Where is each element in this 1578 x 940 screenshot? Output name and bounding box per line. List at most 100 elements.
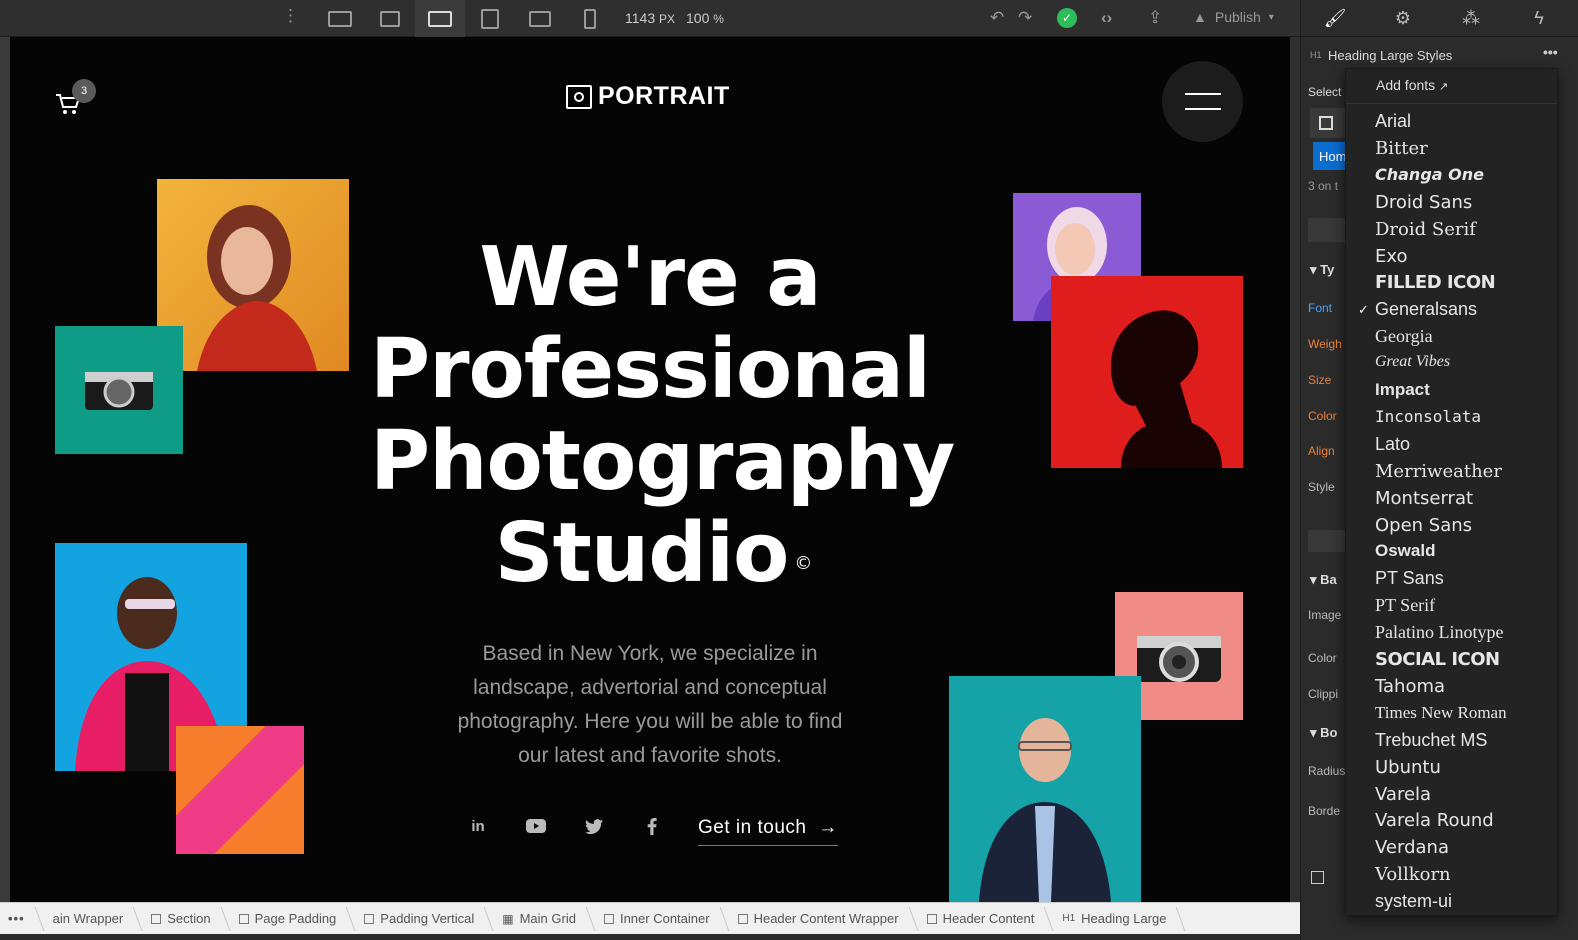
- breadcrumb-item[interactable]: ▦ Main Grid: [488, 903, 590, 935]
- typography-section-header[interactable]: ▾ Ty: [1310, 262, 1334, 278]
- hero-heading[interactable]: We're a Professional Photography Studio ©: [370, 230, 955, 600]
- breadcrumb-item[interactable]: Inner Container: [590, 903, 724, 935]
- backgrounds-label: Ba: [1320, 572, 1337, 587]
- font-option-ubuntu[interactable]: Ubuntu: [1375, 757, 1441, 778]
- breadcrumb-label: Padding Vertical: [380, 911, 475, 926]
- more-options-icon[interactable]: •••: [1543, 44, 1558, 60]
- breadcrumb-item[interactable]: Page Padding: [225, 903, 351, 935]
- linkedin-icon[interactable]: in: [466, 814, 490, 838]
- breadcrumb-item[interactable]: Section: [137, 903, 224, 935]
- font-option-pt-sans[interactable]: PT Sans: [1375, 568, 1444, 589]
- device-mobile-portrait-button[interactable]: [565, 0, 615, 37]
- more-vertical-icon[interactable]: ⋮: [282, 6, 299, 26]
- device-desktop-large-button[interactable]: [315, 0, 365, 37]
- font-option-exo[interactable]: Exo: [1375, 246, 1407, 267]
- breadcrumb-item[interactable]: Padding Vertical: [350, 903, 488, 935]
- font-option-varela[interactable]: Varela: [1375, 784, 1431, 805]
- desktop-base-star-icon: [428, 10, 452, 27]
- font-option-oswald[interactable]: Oswald: [1375, 541, 1435, 561]
- heading-tag-icon: H1: [1310, 50, 1322, 60]
- interactions-tab[interactable]: ⁂: [1437, 0, 1505, 37]
- device-desktop-medium-button[interactable]: [365, 0, 415, 37]
- font-option-pt-serif[interactable]: PT Serif: [1375, 595, 1435, 616]
- device-desktop-base-button[interactable]: [415, 0, 465, 37]
- publish-status-check-icon[interactable]: ✓: [1057, 8, 1077, 28]
- font-option-verdana[interactable]: Verdana: [1375, 837, 1449, 858]
- photo-abstract-pink-orange: [176, 726, 304, 854]
- font-option-trebuchet-ms[interactable]: Trebuchet MS: [1375, 730, 1487, 751]
- code-export-icon[interactable]: ‹›: [1101, 8, 1112, 28]
- hamburger-menu-button[interactable]: [1162, 61, 1243, 142]
- font-option-times-new-roman[interactable]: Times New Roman: [1375, 703, 1507, 723]
- publish-button[interactable]: ▲ Publish ▾: [1193, 9, 1274, 25]
- breadcrumb-item[interactable]: Header Content: [913, 903, 1049, 935]
- font-option-merriweather[interactable]: Merriweather: [1375, 461, 1502, 482]
- panel-input[interactable]: [1308, 218, 1348, 242]
- hero-subtitle[interactable]: Based in New York, we specialize in land…: [440, 637, 860, 773]
- font-option-droid-sans[interactable]: Droid Sans: [1375, 192, 1472, 213]
- font-option-varela-round[interactable]: Varela Round: [1375, 810, 1494, 831]
- facebook-icon[interactable]: [640, 814, 664, 838]
- font-option-lato[interactable]: Lato: [1375, 434, 1410, 455]
- hero-heading-line: We're a: [479, 230, 821, 325]
- logo-text: PORTRAIT: [598, 82, 730, 110]
- font-option-open-sans[interactable]: Open Sans: [1375, 515, 1472, 536]
- font-option-montserrat[interactable]: Montserrat: [1375, 488, 1473, 509]
- font-option-filled-icon[interactable]: FILLED ICON: [1375, 272, 1496, 293]
- zoom-readout[interactable]: 100 %: [686, 10, 724, 26]
- youtube-icon[interactable]: [524, 814, 548, 838]
- font-option-palatino-linotype[interactable]: Palatino Linotype: [1375, 622, 1503, 643]
- redo-icon[interactable]: ↷: [1018, 8, 1032, 28]
- panel-tabs: 🖌 ⚙ ⁂ ϟ: [1300, 0, 1578, 37]
- font-option-arial[interactable]: Arial: [1375, 111, 1411, 132]
- checkmark-icon: ✓: [1358, 302, 1369, 318]
- undo-icon[interactable]: ↶: [990, 8, 1004, 28]
- font-option-bitter[interactable]: Bitter: [1375, 138, 1428, 159]
- share-icon[interactable]: ⇪: [1148, 8, 1162, 28]
- font-option-generalsans[interactable]: Generalsans: [1375, 299, 1477, 320]
- design-canvas[interactable]: 3 PORTRAIT We're a Professional Photogra…: [10, 37, 1290, 902]
- font-option-impact[interactable]: Impact: [1375, 380, 1430, 400]
- font-option-droid-serif[interactable]: Droid Serif: [1375, 219, 1476, 240]
- add-fonts-label: Add fonts: [1376, 77, 1436, 93]
- device-tablet-button[interactable]: [465, 0, 515, 37]
- font-option-georgia[interactable]: Georgia: [1375, 326, 1433, 347]
- breadcrumb-item[interactable]: ain Wrapper: [39, 903, 138, 935]
- grid-icon: ▦: [502, 911, 514, 926]
- breadcrumb-label: Header Content: [942, 911, 1035, 926]
- lightning-tab[interactable]: ϟ: [1505, 0, 1573, 37]
- font-option-system-ui[interactable]: system-ui: [1375, 891, 1452, 912]
- breadcrumb-item[interactable]: Header Content Wrapper: [724, 903, 913, 935]
- image-label: Image: [1308, 608, 1342, 622]
- hero-heading-line: Photography: [370, 414, 955, 509]
- border-all-sides-icon[interactable]: [1311, 871, 1324, 884]
- add-fonts-link[interactable]: Add fonts ↗: [1376, 77, 1448, 93]
- rocket-icon: ▲: [1193, 9, 1207, 25]
- get-in-touch-link[interactable]: Get in touch →: [698, 817, 838, 846]
- selector-tag-home[interactable]: Hom: [1313, 142, 1347, 170]
- font-option-tahoma[interactable]: Tahoma: [1375, 676, 1445, 697]
- twitter-icon[interactable]: [582, 814, 606, 838]
- settings-tab[interactable]: ⚙: [1369, 0, 1437, 37]
- font-option-social-icon[interactable]: SOCIAL ICON: [1375, 649, 1500, 670]
- device-mobile-landscape-button[interactable]: [515, 0, 565, 37]
- align-label: Align: [1308, 444, 1335, 458]
- breadcrumb-more-button[interactable]: •••: [0, 903, 39, 935]
- font-option-vollkorn[interactable]: Vollkorn: [1375, 864, 1451, 885]
- breadcrumb-item[interactable]: H1 Heading Large: [1048, 903, 1180, 935]
- backgrounds-section-header[interactable]: ▾ Ba: [1310, 572, 1337, 588]
- site-logo[interactable]: PORTRAIT: [566, 82, 730, 111]
- lightning-icon: ϟ: [1534, 8, 1544, 28]
- font-option-great-vibes[interactable]: Great Vibes: [1375, 353, 1450, 371]
- arrow-right-icon: →: [818, 817, 838, 838]
- font-option-changa-one[interactable]: Changa One: [1375, 165, 1484, 184]
- mobile-portrait-icon: [584, 8, 596, 29]
- copyright-mark: ©: [794, 553, 812, 574]
- menu-line-icon: [1184, 93, 1221, 95]
- canvas-width-readout[interactable]: 1143 PX: [625, 10, 675, 26]
- borders-section-header[interactable]: ▾ Bo: [1310, 725, 1337, 741]
- style-brush-tab[interactable]: 🖌: [1301, 0, 1369, 37]
- panel-input[interactable]: [1308, 530, 1348, 552]
- font-option-inconsolata[interactable]: Inconsolata: [1375, 407, 1481, 426]
- canvas-right-gutter: [1290, 37, 1300, 902]
